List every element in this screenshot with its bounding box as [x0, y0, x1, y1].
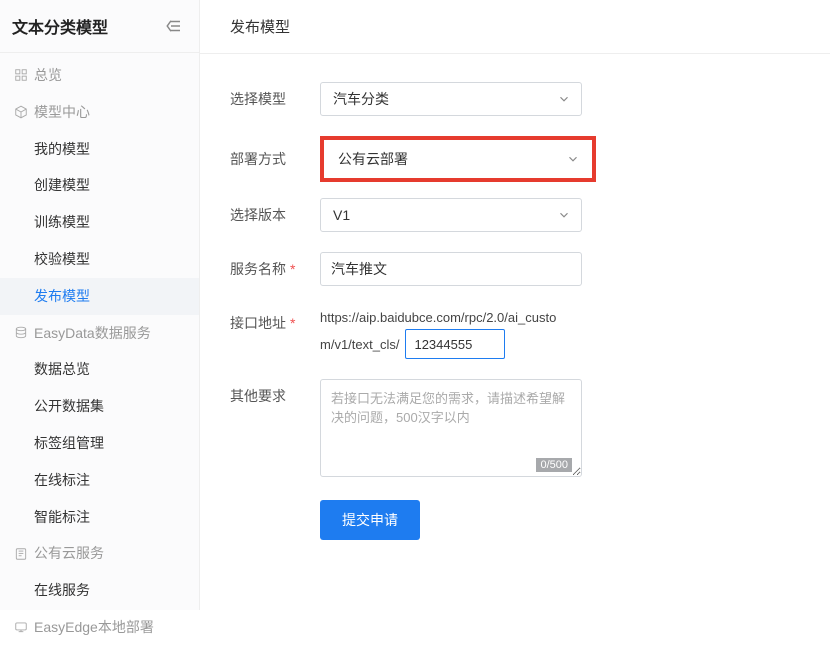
- sidebar-item-label: EasyData数据服务: [34, 325, 151, 342]
- required-mark: *: [290, 261, 295, 277]
- sidebar-item-publish-model[interactable]: 发布模型: [0, 278, 199, 315]
- sidebar-item-label-groups[interactable]: 标签组管理: [0, 425, 199, 462]
- sidebar-item-easydata[interactable]: EasyData数据服务: [0, 315, 199, 352]
- sidebar-item-model-center[interactable]: 模型中心: [0, 94, 199, 131]
- cube-icon: [12, 105, 30, 119]
- select-deploy-mode[interactable]: 公有云部署: [320, 136, 596, 182]
- sidebar-item-label: 公开数据集: [34, 398, 104, 415]
- sidebar-item-label: 训练模型: [34, 214, 90, 231]
- sidebar-nav: 总览 模型中心 我的模型 创建模型 训练模型 校验模型 发布模型 EasyDat…: [0, 53, 199, 646]
- select-deploy-mode-value: 公有云部署: [338, 149, 408, 169]
- sidebar-item-label: 在线标注: [34, 472, 90, 489]
- sidebar-item-label: 校验模型: [34, 251, 90, 268]
- sidebar-item-label: 模型中心: [34, 104, 90, 121]
- label-service-name: 服务名称*: [230, 252, 320, 279]
- char-count: 0/500: [536, 458, 572, 472]
- select-version-value: V1: [333, 207, 350, 223]
- cloud-icon: [12, 547, 30, 561]
- page-title: 发布模型: [200, 0, 830, 54]
- data-icon: [12, 326, 30, 340]
- api-url-prefix-2: m/v1/text_cls/: [320, 333, 399, 356]
- sidebar-item-overview[interactable]: 总览: [0, 57, 199, 94]
- sidebar-item-online-service[interactable]: 在线服务: [0, 572, 199, 609]
- label-select-version: 选择版本: [230, 198, 320, 225]
- service-name-input[interactable]: [320, 252, 582, 286]
- sidebar-item-data-overview[interactable]: 数据总览: [0, 351, 199, 388]
- label-select-model: 选择模型: [230, 82, 320, 109]
- sidebar: 文本分类模型 总览 模型中心 我的模型 创建模型 训练模型 校验模型 发布模型: [0, 0, 200, 610]
- sidebar-item-easyedge[interactable]: EasyEdge本地部署: [0, 609, 199, 646]
- sidebar-item-online-annotation[interactable]: 在线标注: [0, 462, 199, 499]
- chevron-down-icon: [566, 152, 580, 166]
- sidebar-item-label: 创建模型: [34, 177, 90, 194]
- select-model-value: 汽车分类: [333, 89, 389, 109]
- sidebar-item-label: EasyEdge本地部署: [34, 619, 154, 636]
- chevron-down-icon: [557, 208, 571, 222]
- publish-form: 选择模型 汽车分类 部署方式 公有云部署 选择版: [200, 54, 830, 588]
- api-url-suffix-input[interactable]: [405, 329, 505, 359]
- required-mark: *: [290, 315, 295, 331]
- sidebar-item-validate-model[interactable]: 校验模型: [0, 241, 199, 278]
- sidebar-item-label: 在线服务: [34, 582, 90, 599]
- sidebar-title: 文本分类模型: [12, 14, 108, 38]
- sidebar-item-label: 发布模型: [34, 288, 90, 305]
- sidebar-item-label: 我的模型: [34, 141, 90, 158]
- sidebar-item-create-model[interactable]: 创建模型: [0, 167, 199, 204]
- submit-button[interactable]: 提交申请: [320, 500, 420, 540]
- sidebar-header: 文本分类模型: [0, 0, 199, 53]
- sidebar-item-label: 总览: [34, 67, 62, 84]
- deploy-icon: [12, 620, 30, 634]
- label-other: 其他要求: [230, 379, 320, 406]
- api-url-line: https://aip.baidubce.com/rpc/2.0/ai_cust…: [320, 306, 610, 359]
- sidebar-item-cloud-service[interactable]: 公有云服务: [0, 535, 199, 572]
- sidebar-item-train-model[interactable]: 训练模型: [0, 204, 199, 241]
- sidebar-item-public-dataset[interactable]: 公开数据集: [0, 388, 199, 425]
- chevron-down-icon: [557, 92, 571, 106]
- sidebar-item-my-models[interactable]: 我的模型: [0, 131, 199, 168]
- sidebar-item-label: 公有云服务: [34, 545, 104, 562]
- select-model[interactable]: 汽车分类: [320, 82, 582, 116]
- select-version[interactable]: V1: [320, 198, 582, 232]
- collapse-icon[interactable]: [165, 17, 183, 35]
- sidebar-item-label: 数据总览: [34, 361, 90, 378]
- label-deploy-mode: 部署方式: [230, 136, 320, 169]
- label-api-url: 接口地址*: [230, 306, 320, 333]
- api-url-prefix-1: https://aip.baidubce.com/rpc/2.0/ai_cust…: [320, 306, 556, 329]
- sidebar-item-label: 标签组管理: [34, 435, 104, 452]
- grid-icon: [12, 68, 30, 82]
- main: 发布模型 选择模型 汽车分类 部署方式 公有云部署: [200, 0, 830, 610]
- sidebar-item-label: 智能标注: [34, 509, 90, 526]
- sidebar-item-smart-annotation[interactable]: 智能标注: [0, 499, 199, 536]
